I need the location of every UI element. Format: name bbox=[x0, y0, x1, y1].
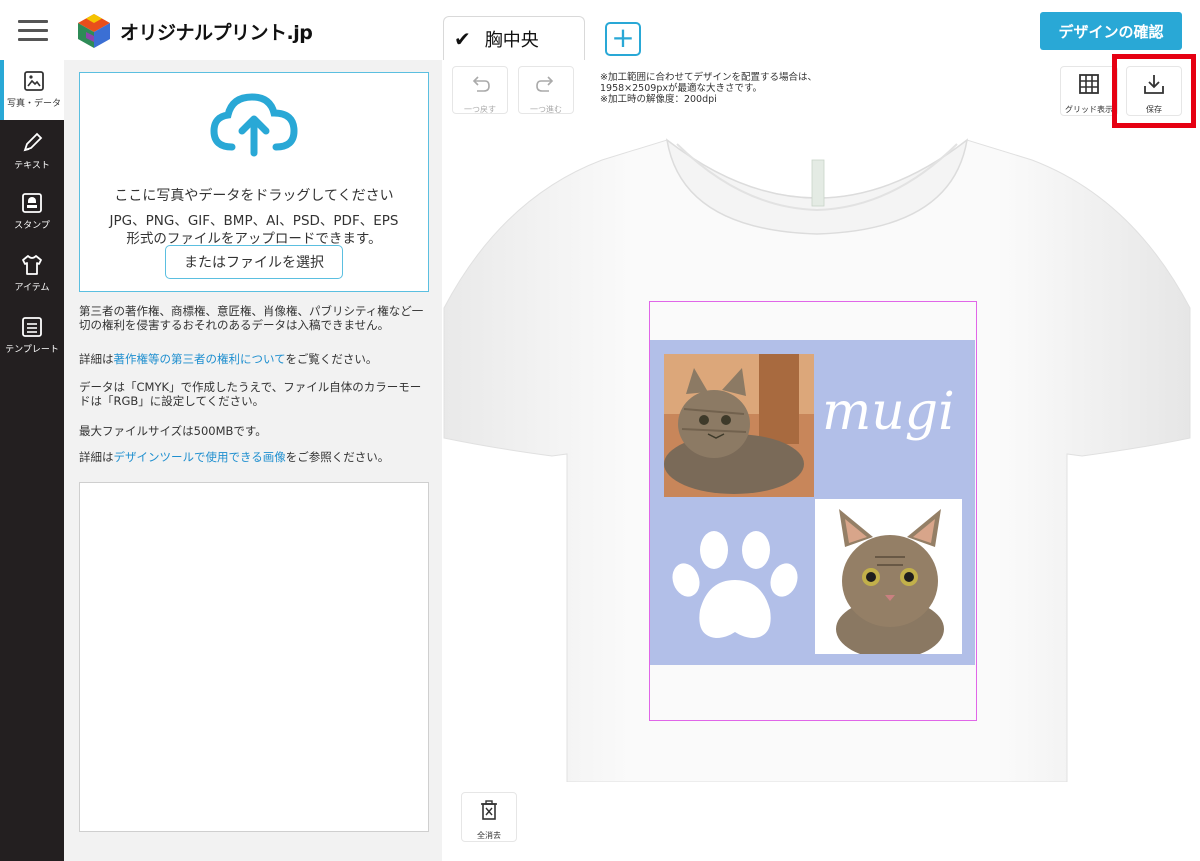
drop-instruction: ここに写真やデータをドラッグしてください bbox=[114, 188, 394, 204]
sidebar: 写真・データ テキスト スタンプ アイテム テンプレート bbox=[0, 60, 64, 861]
max-size-notice: 最大ファイルサイズは500MBです。 bbox=[79, 424, 267, 438]
trash-icon bbox=[481, 800, 497, 820]
notice-line: ※加工範囲に合わせてデザインを配置する場合は、 bbox=[600, 72, 817, 83]
rights-detail: 詳細は著作権等の第三者の権利についてをご覧ください。 bbox=[79, 352, 429, 366]
clear-all-button[interactable]: 全消去 bbox=[461, 792, 517, 842]
template-icon bbox=[22, 317, 42, 337]
tab-label: 胸中央 bbox=[484, 29, 539, 51]
sidebar-item-text[interactable]: テキスト bbox=[0, 122, 64, 182]
menu-icon[interactable] bbox=[18, 20, 48, 42]
file-formats-note: 形式のファイルをアップロードできます。 bbox=[126, 231, 382, 247]
images-link[interactable]: デザインツールで使用できる画像 bbox=[114, 450, 286, 464]
rights-suffix: をご覧ください。 bbox=[285, 352, 378, 366]
stamp-icon bbox=[22, 193, 42, 213]
notice-line: ※加工時の解像度：200dpi bbox=[600, 94, 717, 105]
grid-toggle-button[interactable]: グリッド表示 bbox=[1060, 66, 1118, 116]
check-icon: ✔ bbox=[454, 26, 471, 51]
confirm-design-button[interactable]: デザインの確認 bbox=[1040, 12, 1182, 50]
image-icon bbox=[24, 71, 44, 91]
cat-photo-portrait[interactable] bbox=[815, 499, 962, 659]
sidebar-item-item[interactable]: アイテム bbox=[0, 244, 64, 304]
pen-icon bbox=[23, 132, 43, 152]
cat-portrait-image bbox=[815, 499, 962, 659]
redo-button[interactable]: 一つ進む bbox=[518, 66, 574, 114]
redo-label: 一つ進む bbox=[530, 105, 562, 114]
logo-icon bbox=[78, 14, 110, 48]
clear-all-label: 全消去 bbox=[477, 831, 501, 840]
cat-photo-lying[interactable] bbox=[664, 354, 814, 497]
rights-prefix: 詳細は bbox=[79, 352, 114, 366]
sidebar-item-label: アイテム bbox=[14, 283, 50, 293]
images-suffix: をご参照ください。 bbox=[285, 450, 390, 464]
sidebar-item-stamp[interactable]: スタンプ bbox=[0, 182, 64, 242]
images-prefix: 詳細は bbox=[79, 450, 114, 464]
save-highlight-box bbox=[1112, 54, 1196, 128]
grid-label: グリッド表示 bbox=[1065, 105, 1113, 114]
upload-panel: ここに写真やデータをドラッグしてください JPG、PNG、GIF、BMP、AI、… bbox=[64, 60, 442, 861]
file-formats: JPG、PNG、GIF、BMP、AI、PSD、PDF、EPS bbox=[109, 213, 399, 229]
sidebar-item-label: 写真・データ bbox=[6, 99, 61, 109]
rights-link[interactable]: 著作権等の第三者の権利について bbox=[114, 352, 286, 366]
cloud-upload-icon bbox=[210, 93, 298, 157]
sidebar-item-label: スタンプ bbox=[14, 221, 50, 231]
upload-dropzone[interactable]: ここに写真やデータをドラッグしてください JPG、PNG、GIF、BMP、AI、… bbox=[79, 72, 429, 292]
tab-chest-center[interactable]: ✔ 胸中央 bbox=[443, 16, 585, 60]
undo-button[interactable]: 一つ戻す bbox=[452, 66, 508, 114]
logo-text: オリジナルプリント.jp bbox=[120, 22, 313, 44]
print-size-notice: ※加工範囲に合わせてデザインを配置する場合は、 1958×2509pxが最適な大… bbox=[600, 72, 817, 105]
notice-line: 1958×2509pxが最適な大きさです。 bbox=[600, 83, 763, 94]
undo-icon bbox=[472, 76, 490, 92]
cmyk-notice: データは「CMYK」で作成したうえで、ファイル自体のカラーモードは「RGB」に設… bbox=[79, 380, 422, 408]
images-detail: 詳細はデザインツールで使用できる画像をご参照ください。 bbox=[79, 450, 429, 464]
tshirt-icon bbox=[22, 255, 42, 275]
rights-notice: 第三者の著作権、商標権、意匠権、肖像権、パブリシティ権など一切の権利を侵害するお… bbox=[79, 304, 424, 332]
undo-label: 一つ戻す bbox=[464, 105, 496, 114]
uploaded-files-list[interactable] bbox=[79, 482, 429, 832]
sidebar-item-label: テキスト bbox=[14, 161, 50, 171]
design-text-mugi[interactable]: mugi bbox=[822, 382, 955, 442]
paw-icon[interactable] bbox=[670, 528, 800, 646]
top-bar: オリジナルプリント.jp ✔ 胸中央 + デザインの確認 bbox=[0, 0, 1200, 60]
select-file-button[interactable]: またはファイルを選択 bbox=[165, 245, 343, 279]
add-tab-button[interactable]: + bbox=[605, 22, 641, 56]
sidebar-item-label: テンプレート bbox=[5, 345, 59, 355]
redo-icon bbox=[536, 76, 554, 92]
sidebar-item-photo-data[interactable]: 写真・データ bbox=[0, 60, 64, 120]
grid-icon bbox=[1079, 74, 1099, 94]
sidebar-item-template[interactable]: テンプレート bbox=[0, 306, 64, 366]
